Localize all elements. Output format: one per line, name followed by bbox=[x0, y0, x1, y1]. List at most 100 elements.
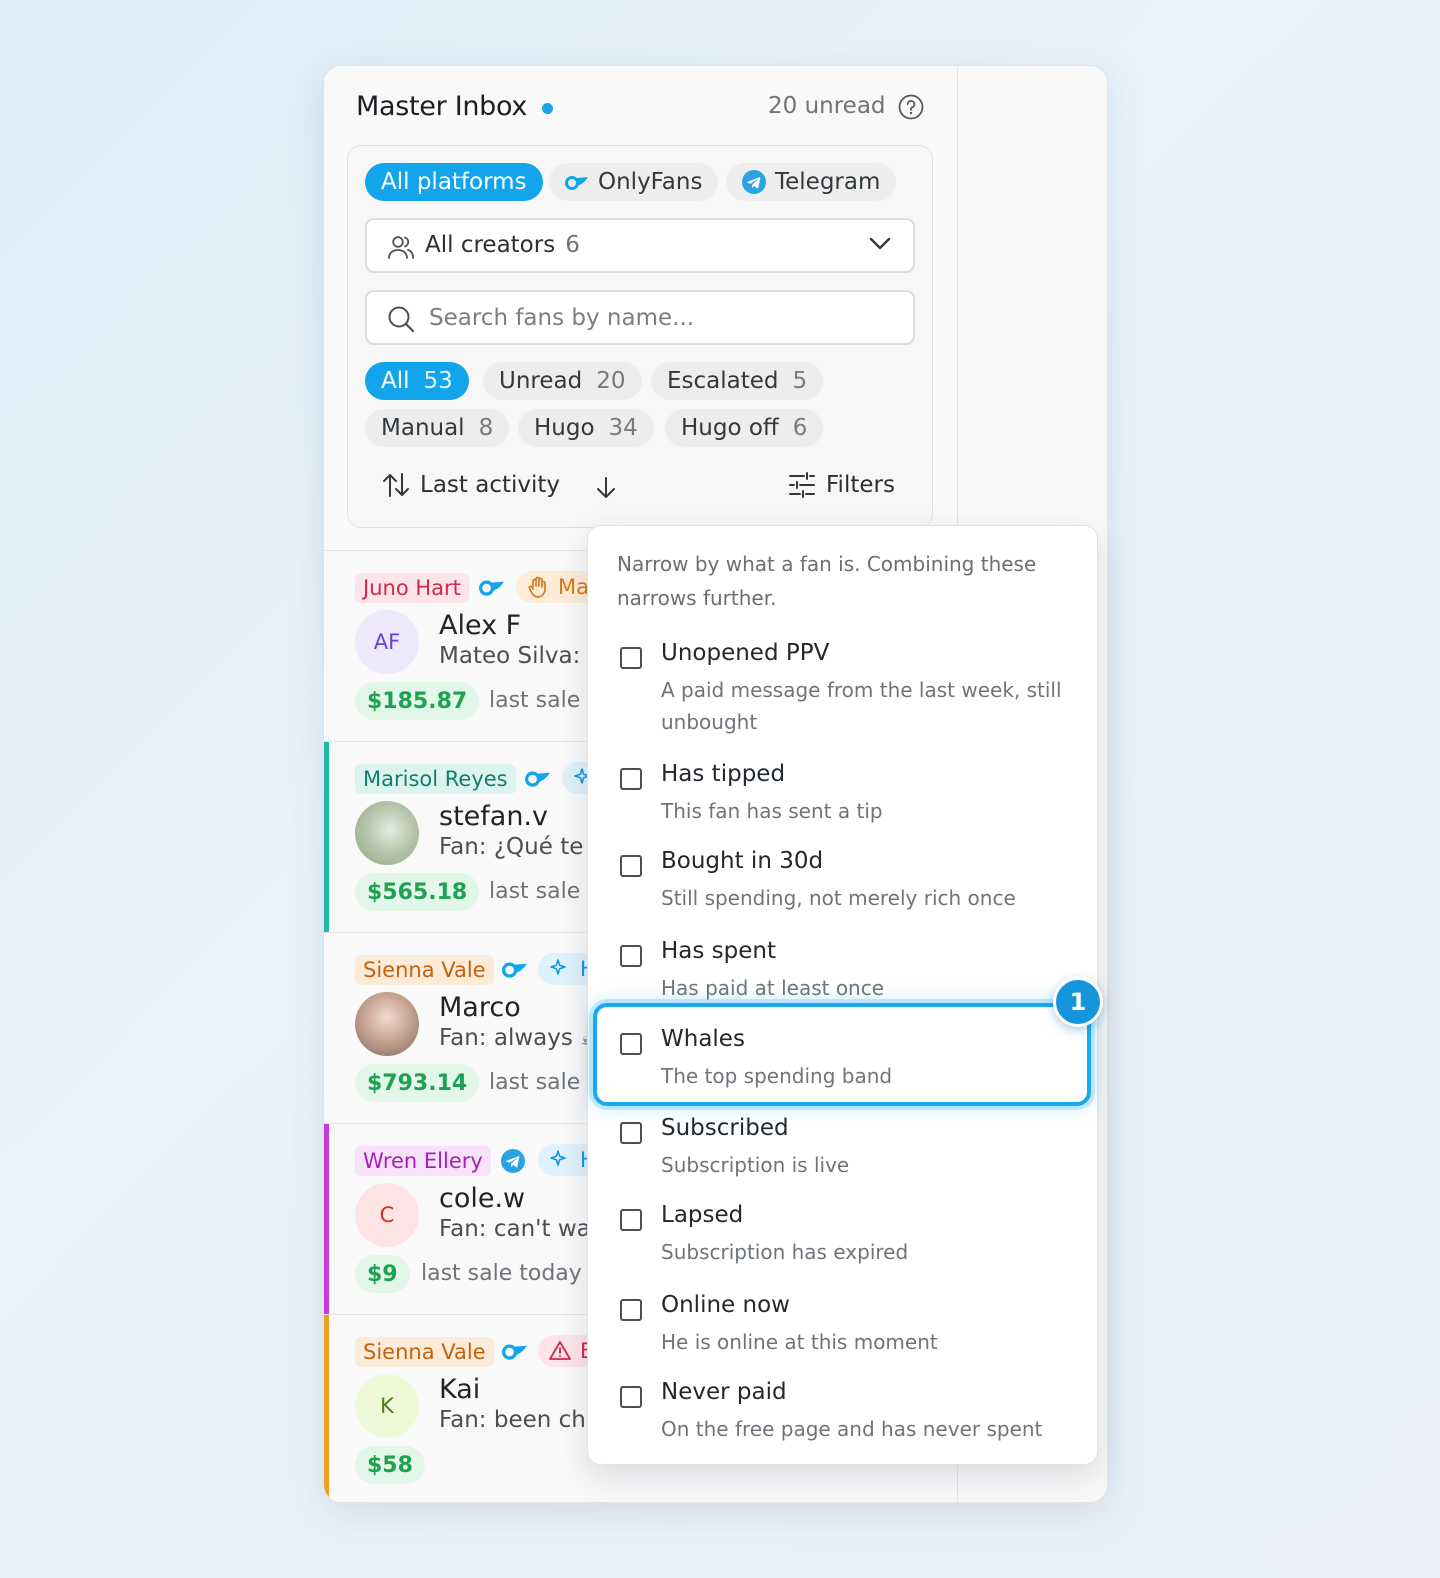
arrow-down-icon[interactable] bbox=[594, 476, 618, 500]
unread-count: 20 unread bbox=[768, 93, 886, 119]
platform-onlyfans-label: OnlyFans bbox=[598, 169, 703, 195]
chip-manual-count: 8 bbox=[478, 415, 494, 441]
telegram-icon bbox=[501, 1149, 525, 1173]
chip-escalated-count: 5 bbox=[792, 368, 808, 394]
last-sale: last sale 2 bbox=[489, 688, 602, 713]
onlyfans-icon bbox=[525, 771, 550, 787]
chip-hugo-label: Hugo bbox=[534, 415, 595, 441]
last-sale: last sale y bbox=[489, 879, 601, 904]
row-accent bbox=[324, 1124, 329, 1314]
checkbox[interactable] bbox=[620, 1122, 642, 1144]
spend-amount: $185.87 bbox=[355, 682, 480, 720]
creator-count: 6 bbox=[565, 232, 580, 258]
row-accent bbox=[324, 1315, 329, 1502]
option-title: Whales bbox=[661, 1026, 745, 1052]
checkbox[interactable] bbox=[620, 647, 642, 669]
sort-icon bbox=[383, 473, 409, 497]
fan-name: stefan.v bbox=[439, 801, 548, 832]
platform-telegram-label: Telegram bbox=[775, 169, 881, 195]
fan-name: Alex F bbox=[439, 610, 522, 641]
chip-escalated-label: Escalated bbox=[667, 368, 779, 394]
chip-unread-count: 20 bbox=[596, 368, 626, 394]
last-sale: last sale y bbox=[489, 1070, 601, 1095]
avatar: K bbox=[355, 1374, 419, 1438]
badge-label: Ma bbox=[558, 575, 589, 599]
message-preview: Fan: been che bbox=[439, 1407, 601, 1433]
sparkle-icon bbox=[550, 1150, 566, 1166]
row-accent bbox=[324, 742, 329, 932]
platform-onlyfans[interactable]: OnlyFans bbox=[549, 163, 719, 201]
chip-all[interactable]: All 53 bbox=[365, 362, 469, 400]
chip-unread-label: Unread bbox=[499, 368, 583, 394]
chip-hugo-count: 34 bbox=[608, 415, 638, 441]
platform-telegram[interactable]: Telegram bbox=[726, 163, 897, 201]
warning-icon bbox=[549, 1341, 571, 1360]
option-title: Online now bbox=[661, 1292, 790, 1318]
spend-amount: $9 bbox=[355, 1255, 410, 1293]
checkbox[interactable] bbox=[620, 768, 642, 790]
spend-amount: $793.14 bbox=[355, 1064, 480, 1102]
creator-tag: Juno Hart bbox=[355, 573, 469, 603]
chip-manual[interactable]: Manual 8 bbox=[365, 409, 510, 447]
filters-button[interactable]: Filters bbox=[788, 472, 895, 498]
sort-label: Last activity bbox=[420, 472, 560, 498]
chip-all-label: All bbox=[381, 368, 410, 394]
creator-tag: Sienna Vale bbox=[355, 955, 494, 985]
platform-all-label: All platforms bbox=[381, 169, 527, 195]
last-sale: last sale today bbox=[421, 1261, 582, 1286]
checkbox[interactable] bbox=[620, 945, 642, 967]
search-box bbox=[365, 290, 915, 345]
chip-hugo[interactable]: Hugo 34 bbox=[518, 409, 654, 447]
fan-name: Kai bbox=[439, 1374, 481, 1405]
option-title: Unopened PPV bbox=[661, 640, 830, 666]
onlyfans-icon bbox=[502, 1344, 527, 1360]
sliders-icon bbox=[789, 472, 815, 498]
message-preview: Fan: always ☕ bbox=[439, 1025, 601, 1051]
popover-intro: Narrow by what a fan is. Combining these… bbox=[617, 552, 1037, 610]
option-description: This fan has sent a tip bbox=[661, 799, 883, 823]
telegram-icon bbox=[742, 170, 766, 194]
option-description: Has paid at least once bbox=[661, 976, 885, 1000]
chip-manual-label: Manual bbox=[381, 415, 465, 441]
onlyfans-icon bbox=[479, 580, 504, 596]
creator-tag: Sienna Vale bbox=[355, 1337, 494, 1367]
platform-all[interactable]: All platforms bbox=[365, 163, 543, 201]
avatar bbox=[355, 992, 419, 1056]
option-description: The top spending band bbox=[661, 1064, 893, 1088]
option-description: He is online at this moment bbox=[661, 1330, 938, 1354]
checkbox[interactable] bbox=[620, 1299, 642, 1321]
chip-all-count: 53 bbox=[423, 368, 453, 394]
step-marker: 1 bbox=[1053, 977, 1103, 1027]
fan-name: Marco bbox=[439, 992, 521, 1023]
status-dot bbox=[542, 103, 553, 114]
option-description: Subscription is live bbox=[661, 1153, 850, 1177]
filters-label: Filters bbox=[826, 472, 895, 498]
onlyfans-icon bbox=[502, 962, 527, 978]
help-icon[interactable] bbox=[898, 94, 924, 120]
filter-panel: All platforms OnlyFans Telegram All crea… bbox=[347, 145, 933, 528]
hand-icon bbox=[528, 576, 546, 598]
chip-unread[interactable]: Unread 20 bbox=[483, 362, 642, 400]
checkbox[interactable] bbox=[620, 1209, 642, 1231]
avatar bbox=[355, 801, 419, 865]
chip-escalated[interactable]: Escalated 5 bbox=[651, 362, 824, 400]
search-input[interactable] bbox=[429, 301, 899, 335]
avatar: C bbox=[355, 1183, 419, 1247]
message-preview: Fan: ¿Qué te g bbox=[439, 834, 606, 860]
creator-select-label: All creators bbox=[425, 232, 556, 258]
checkbox[interactable] bbox=[620, 855, 642, 877]
checkbox[interactable] bbox=[620, 1386, 642, 1408]
creator-select[interactable]: All creators 6 bbox=[365, 218, 915, 273]
spend-amount: $58 bbox=[355, 1446, 425, 1484]
option-description: A paid message from the last week, still… bbox=[661, 678, 1062, 734]
message-preview: Mateo Silva: p bbox=[439, 643, 603, 669]
sort-button[interactable]: Last activity bbox=[382, 472, 560, 498]
avatar: AF bbox=[355, 610, 419, 674]
option-title: Lapsed bbox=[661, 1202, 744, 1228]
chip-hugo-off[interactable]: Hugo off 6 bbox=[665, 409, 824, 447]
checkbox[interactable] bbox=[620, 1033, 642, 1055]
search-icon bbox=[388, 306, 415, 333]
option-title: Has tipped bbox=[661, 761, 786, 787]
sparkle-icon bbox=[550, 959, 566, 975]
chevron-down-icon bbox=[869, 237, 891, 250]
